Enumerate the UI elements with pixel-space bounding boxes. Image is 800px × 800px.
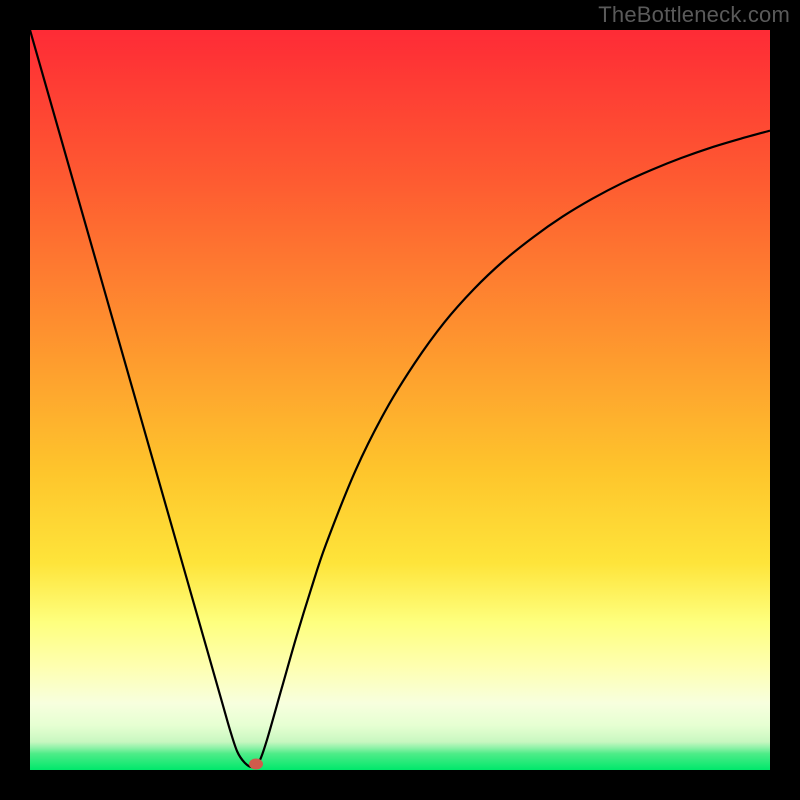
- optimum-marker: [249, 759, 263, 770]
- bottleneck-plot: [30, 30, 770, 770]
- watermark-text: TheBottleneck.com: [598, 2, 790, 28]
- gradient-background: [30, 30, 770, 770]
- chart-frame: TheBottleneck.com: [0, 0, 800, 800]
